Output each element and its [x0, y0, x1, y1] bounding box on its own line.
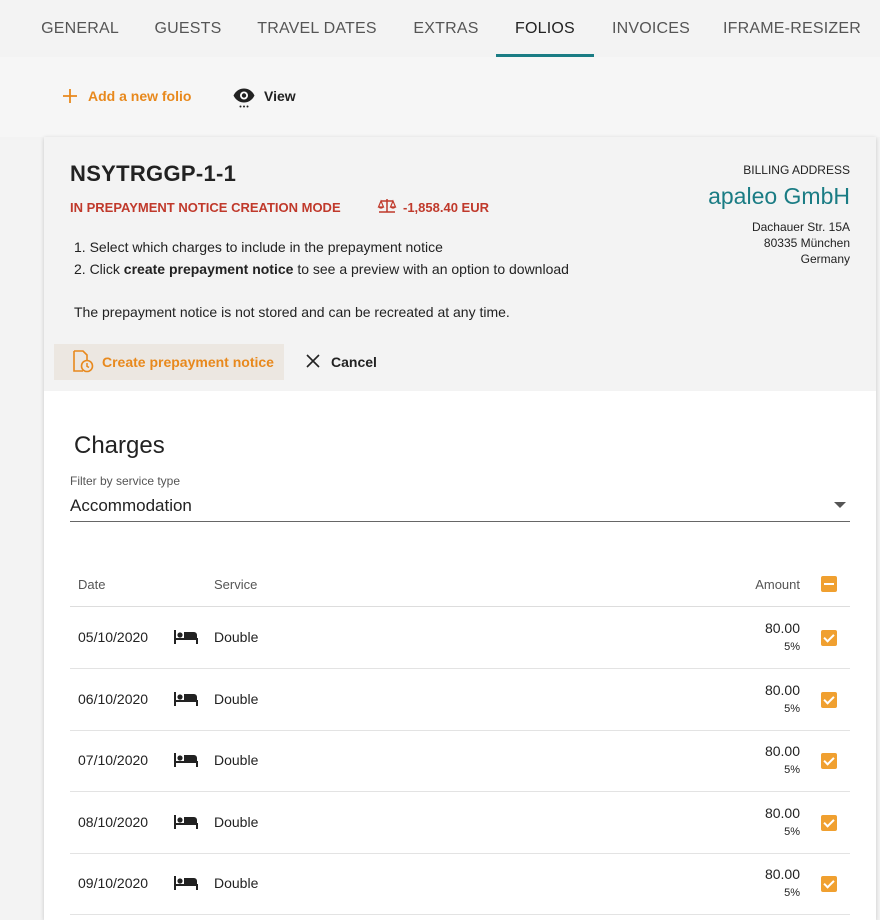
charge-amount: 80.00: [764, 620, 800, 636]
charge-amount: 80.00: [764, 866, 800, 882]
instruction-step-1: 1. Select which charges to include in th…: [74, 239, 443, 255]
charge-vat: 5%: [784, 702, 800, 715]
tab-general[interactable]: GENERAL: [24, 0, 136, 57]
billing-country: Germany: [800, 252, 850, 266]
filter-value: Accommodation: [70, 496, 192, 515]
bed-icon: [174, 814, 198, 835]
balance-value: -1,858.40 EUR: [403, 200, 489, 215]
tab-extras[interactable]: EXTRAS: [400, 0, 492, 57]
charge-date: 05/10/2020: [78, 629, 149, 645]
charge-checkbox[interactable]: [821, 753, 837, 769]
cancel-label: Cancel: [331, 354, 377, 370]
add-folio-button[interactable]: Add a new folio: [62, 81, 191, 111]
billing-company: apaleo GmbH: [708, 183, 850, 209]
bed-icon: [174, 875, 198, 896]
cancel-button[interactable]: Cancel: [304, 344, 377, 380]
charge-service: Double: [214, 752, 259, 768]
folio-card: NSYTRGGP-1-1 IN PREPAYMENT NOTICE CREATI…: [44, 137, 876, 920]
charge-date: 08/10/2020: [78, 813, 149, 830]
billing-city: 80335 München: [763, 236, 850, 250]
select-all-checkbox[interactable]: [821, 576, 837, 592]
table-row: 07/10/2020 Double 80.00 5%: [70, 730, 850, 792]
folio-balance: -1,858.40 EUR: [377, 198, 489, 217]
bed-icon: [174, 752, 198, 773]
plus-icon: [62, 88, 78, 104]
table-row: 05/10/2020 Double 80.00 5%: [70, 607, 850, 669]
instruction-step-2: 2. Click create prepayment notice to see…: [74, 261, 569, 277]
tab-invoices[interactable]: INVOICES: [600, 0, 702, 57]
table-row: 08/10/2020 Double 80.00 5%: [70, 792, 850, 854]
charge-amount: 80.00: [764, 743, 800, 759]
view-label: View: [264, 88, 296, 104]
create-prepayment-notice-label: Create prepayment notice: [102, 354, 274, 370]
bed-icon: [174, 691, 198, 712]
table-row: 09/10/2020 Double 80.00 5%: [70, 853, 850, 915]
scale-icon: [377, 198, 397, 217]
charge-date: 09/10/2020: [78, 875, 149, 891]
charge-service: Double: [214, 690, 259, 707]
charge-checkbox[interactable]: [821, 876, 837, 892]
tab-folios[interactable]: FOLIOS: [496, 0, 594, 57]
step-2-bold: create prepayment notice: [123, 261, 294, 277]
charge-service: Double: [214, 875, 259, 891]
charge-date: 07/10/2020: [78, 752, 149, 768]
charge-checkbox[interactable]: [821, 691, 837, 708]
folio-header: NSYTRGGP-1-1 IN PREPAYMENT NOTICE CREATI…: [44, 137, 876, 391]
column-header-date: Date: [78, 577, 106, 592]
charges-title: Charges: [74, 432, 165, 459]
charge-amount: 80.00: [764, 681, 800, 698]
tab-iframe-resizer[interactable]: IFRAME-RESIZER: [712, 0, 872, 57]
charge-vat: 5%: [784, 825, 800, 838]
charge-checkbox[interactable]: [821, 814, 837, 831]
add-folio-label: Add a new folio: [88, 88, 192, 104]
billing-address-label: BILLING ADDRESS: [743, 163, 850, 177]
document-clock-icon: [70, 349, 94, 376]
charge-vat: 5%: [784, 887, 800, 899]
column-header-amount: Amount: [755, 577, 800, 592]
filter-label: Filter by service type: [70, 474, 181, 488]
service-type-filter[interactable]: Filter by service type Accommodation: [70, 474, 850, 522]
create-prepayment-notice-button[interactable]: Create prepayment notice: [54, 344, 284, 380]
charge-amount: 80.00: [764, 804, 800, 821]
close-icon: [304, 352, 322, 373]
charge-checkbox[interactable]: [821, 630, 837, 646]
tab-bar: GENERAL GUESTS TRAVEL DATES EXTRAS FOLIO…: [0, 0, 880, 57]
charge-vat: 5%: [784, 641, 800, 653]
charge-service: Double: [214, 629, 259, 645]
bed-icon: [174, 629, 198, 650]
folio-id: NSYTRGGP-1-1: [70, 161, 237, 186]
tab-guests[interactable]: GUESTS: [142, 0, 234, 57]
table-row: 06/10/2020 Double 80.00 5%: [70, 669, 850, 731]
charge-vat: 5%: [784, 764, 800, 776]
dropdown-caret-icon: [834, 502, 846, 508]
charge-service: Double: [214, 813, 259, 830]
column-header-service: Service: [214, 577, 258, 592]
eye-icon: [232, 84, 256, 108]
step-2-suffix: to see a preview with an option to downl…: [297, 261, 569, 277]
tab-travel-dates[interactable]: TRAVEL DATES: [242, 0, 392, 57]
charge-date: 06/10/2020: [78, 690, 149, 707]
billing-street: Dachauer Str. 15A: [751, 220, 850, 234]
folio-toolbar: Add a new folio View: [0, 57, 880, 137]
mode-indicator: IN PREPAYMENT NOTICE CREATION MODE: [70, 200, 341, 215]
view-button[interactable]: View: [232, 81, 296, 111]
prepayment-note: The prepayment notice is not stored and …: [74, 304, 510, 320]
step-2-prefix: 2. Click: [74, 261, 120, 277]
